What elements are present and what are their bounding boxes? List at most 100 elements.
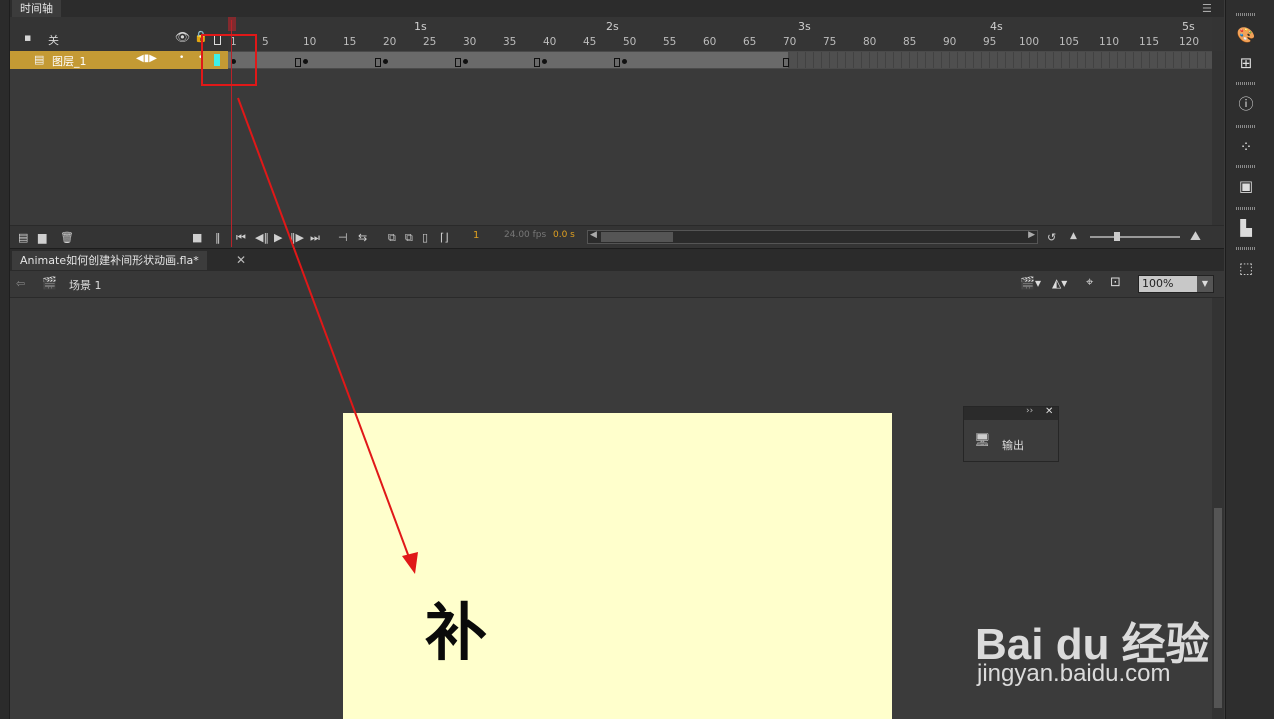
- library-icon[interactable]: ▣: [1230, 173, 1262, 199]
- horizontal-scrollbar[interactable]: ◀ ▶: [587, 230, 1038, 244]
- edit-multiple-icon[interactable]: ▯: [422, 231, 428, 244]
- frame-end-marker: [295, 58, 301, 67]
- current-frame-value[interactable]: 1: [473, 230, 479, 241]
- new-folder-icon[interactable]: ▆: [38, 231, 46, 244]
- clip-stage-icon[interactable]: ⊡: [1110, 275, 1121, 290]
- visibility-dot-icon[interactable]: •: [179, 53, 184, 63]
- undo-icon[interactable]: ↺: [1047, 231, 1056, 244]
- chevron-down-icon[interactable]: ▼: [1197, 276, 1213, 292]
- swatches-grid-icon[interactable]: ⊞: [1230, 50, 1262, 76]
- keyframe[interactable]: [303, 59, 308, 64]
- dock-grip[interactable]: [1236, 165, 1256, 168]
- lock-dot-icon[interactable]: •: [198, 53, 203, 63]
- ruler-second-label: 5s: [1182, 20, 1195, 33]
- dock-grip[interactable]: [1236, 13, 1256, 16]
- last-frame-icon[interactable]: ⏭: [310, 231, 320, 245]
- onion-outline-icon[interactable]: ⧉: [405, 231, 413, 245]
- stage-text-object[interactable]: 补: [425, 582, 487, 672]
- edit-symbol-icon[interactable]: ◭▾: [1052, 276, 1067, 290]
- center-frame-icon[interactable]: ⊣: [338, 231, 348, 244]
- prev-frame-icon[interactable]: ◀‖: [255, 231, 269, 244]
- dock-grip[interactable]: [1236, 247, 1256, 250]
- delete-icon[interactable]: 🗑: [60, 231, 74, 244]
- edit-scene-icon[interactable]: 🎬▾: [1020, 276, 1041, 290]
- tab-document[interactable]: Animate如何创建补间形状动画.fla*: [12, 251, 207, 270]
- align-icon[interactable]: ▙: [1230, 215, 1262, 241]
- fps-value[interactable]: 24.00 fps: [504, 230, 546, 240]
- first-frame-icon[interactable]: ⏮: [236, 231, 246, 245]
- info-icon[interactable]: ⓘ: [1230, 91, 1262, 117]
- layer-name[interactable]: 图层_1: [52, 53, 87, 69]
- ruler-frame-number: 75: [823, 36, 837, 48]
- output-icon: 🖥: [974, 433, 991, 448]
- zoom-in-mountain-icon[interactable]: ⛰: [1190, 229, 1201, 244]
- pause-icon[interactable]: ‖: [215, 231, 221, 244]
- empty-frames[interactable]: [790, 52, 1212, 68]
- next-frame-icon[interactable]: ‖▶: [290, 231, 304, 244]
- panel-menu-icon[interactable]: ☰: [1202, 2, 1216, 15]
- loop-icon[interactable]: ⇆: [358, 231, 367, 244]
- onion-skin-icon[interactable]: ⧉: [388, 231, 396, 245]
- timeline-vertical-scrollbar[interactable]: [1212, 51, 1224, 225]
- lock-icon[interactable]: 🔒: [194, 30, 208, 43]
- center-stage-icon[interactable]: ⌖: [1086, 275, 1093, 290]
- keyframe[interactable]: [542, 59, 547, 64]
- scene-label[interactable]: 场景 1: [69, 277, 102, 293]
- ruler-second-label: 4s: [990, 20, 1003, 33]
- ruler-frame-number: 50: [623, 36, 637, 48]
- layer-color-swatch[interactable]: [214, 54, 220, 66]
- time-value[interactable]: 0.0 s: [553, 230, 575, 240]
- color-palette-icon[interactable]: 🎨: [1230, 22, 1262, 48]
- layer-icon: ▤: [34, 53, 45, 66]
- motion-presets-icon[interactable]: ⁘: [1230, 134, 1262, 160]
- layers-area: [10, 69, 1212, 225]
- ruler-frame-number: 70: [783, 36, 797, 48]
- keyframe[interactable]: [463, 59, 468, 64]
- camera-icon[interactable]: ■: [192, 231, 202, 244]
- output-panel-label[interactable]: 输出: [1002, 437, 1024, 453]
- dock-grip[interactable]: [1236, 125, 1256, 128]
- dock-grip[interactable]: [1236, 207, 1256, 210]
- layer-row[interactable]: ▤ 图层_1 ◀▮▶ • •: [10, 51, 228, 69]
- scroll-left-icon[interactable]: ◀: [590, 230, 597, 240]
- ruler-frame-number: 55: [663, 36, 677, 48]
- frame-end-marker: [534, 58, 540, 67]
- close-icon[interactable]: ✕: [1045, 406, 1053, 417]
- zoom-slider-thumb[interactable]: [1114, 232, 1120, 241]
- ruler-frame-number: 100: [1019, 36, 1040, 48]
- collapse-icon[interactable]: ››: [1026, 406, 1033, 416]
- ruler-second-label: 1s: [414, 20, 427, 33]
- watermark: Bai du 经验 jingyan.baidu.com: [975, 580, 1215, 690]
- outline-icon[interactable]: [214, 35, 221, 45]
- keyframe-nav-icon[interactable]: ◀▮▶: [136, 53, 157, 64]
- timeline-ruler[interactable]: 1s 2s 3s 4s 5s 1 5 10 15 20 25 30 35 40 …: [228, 17, 1212, 51]
- transform-icon[interactable]: ⬚: [1230, 255, 1262, 281]
- playhead-handle[interactable]: [228, 17, 236, 31]
- zoom-slider[interactable]: [1090, 232, 1180, 241]
- play-icon[interactable]: ▶: [274, 231, 282, 244]
- dock-grip[interactable]: [1236, 82, 1256, 85]
- zoom-select[interactable]: 100% ▼: [1138, 275, 1214, 293]
- tab-timeline[interactable]: 时间轴: [12, 0, 61, 17]
- back-arrow-icon[interactable]: ⇦: [16, 277, 25, 290]
- onion-markers-icon[interactable]: ⌈⌋: [440, 231, 449, 244]
- ruler-frame-number: 20: [383, 36, 397, 48]
- stage-scroll-thumb[interactable]: [1214, 508, 1222, 708]
- keyframe[interactable]: [622, 59, 627, 64]
- frames-row[interactable]: [228, 51, 1212, 69]
- scroll-thumb[interactable]: [601, 232, 673, 242]
- layer-toggle-icon[interactable]: ▪: [24, 31, 31, 44]
- zoom-out-mountain-icon[interactable]: ▲: [1070, 231, 1077, 241]
- eye-icon[interactable]: 👁: [175, 30, 190, 44]
- frame-end-marker: [783, 58, 789, 67]
- stage-canvas[interactable]: [343, 413, 892, 719]
- ruler-frame-number: 115: [1139, 36, 1160, 48]
- keyframe[interactable]: [383, 59, 388, 64]
- new-layer-icon[interactable]: ▤: [18, 231, 28, 244]
- frame-span[interactable]: [228, 52, 788, 68]
- scroll-right-icon[interactable]: ▶: [1028, 230, 1035, 240]
- output-panel-header[interactable]: ›› ✕: [964, 406, 1058, 420]
- timeline-tab-bar: [10, 0, 1224, 17]
- close-icon[interactable]: ✕: [236, 253, 246, 267]
- ruler-frame-number: 110: [1099, 36, 1120, 48]
